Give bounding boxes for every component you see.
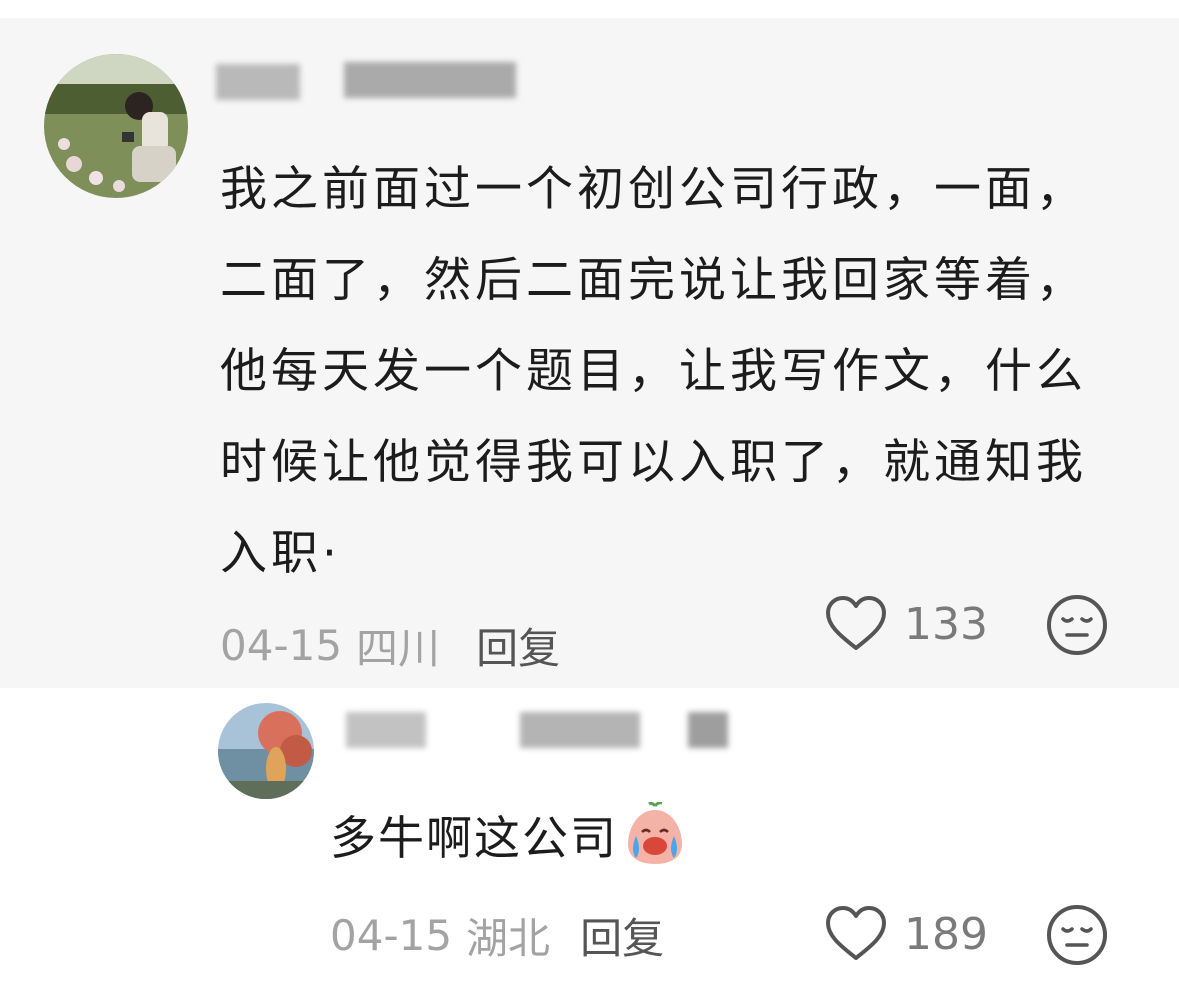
like-count: 189 [904, 908, 988, 960]
reply-button[interactable]: 回复 [580, 905, 664, 966]
avatar[interactable] [218, 703, 314, 799]
username-blurred[interactable] [520, 712, 640, 748]
comment-date: 04-15 [330, 910, 453, 960]
neutral-face-icon[interactable] [1045, 593, 1109, 657]
avatar[interactable] [44, 54, 188, 198]
crying-laughing-emoji [628, 802, 682, 864]
comment-item-main: 我之前面过一个初创公司行政，一面，二面了，然后二面完说让我回家等着，他每天发一个… [0, 18, 1179, 688]
heart-outline-icon [826, 596, 886, 650]
comments-page: 我之前面过一个初创公司行政，一面，二面了，然后二面完说让我回家等着，他每天发一个… [0, 0, 1179, 986]
like-button[interactable]: 189 [824, 905, 988, 963]
heart-outline-icon [826, 906, 886, 960]
comment-text: 我之前面过一个初创公司行政，一面，二面了，然后二面完说让我回家等着，他每天发一个… [220, 162, 1087, 581]
comment-location: 湖北 [466, 913, 551, 963]
like-button[interactable]: 133 [824, 595, 988, 653]
neutral-face-icon[interactable] [1045, 903, 1109, 967]
comment-meta: 04-15 四川 回复 [220, 615, 560, 675]
comment-location: 四川 [356, 623, 441, 673]
reply-button[interactable]: 回复 [476, 615, 560, 676]
comment-date: 04-15 [220, 620, 343, 670]
username-blurred[interactable] [216, 64, 300, 100]
comment-meta: 04-15 湖北 回复 [330, 905, 664, 965]
like-count: 133 [904, 598, 988, 650]
reply-text: 多牛啊这公司 [330, 800, 688, 870]
reply-text-content: 多牛啊这公司 [330, 811, 618, 865]
username-blurred[interactable] [344, 62, 516, 98]
username-blurred[interactable] [688, 712, 728, 748]
username-blurred[interactable] [346, 712, 426, 748]
